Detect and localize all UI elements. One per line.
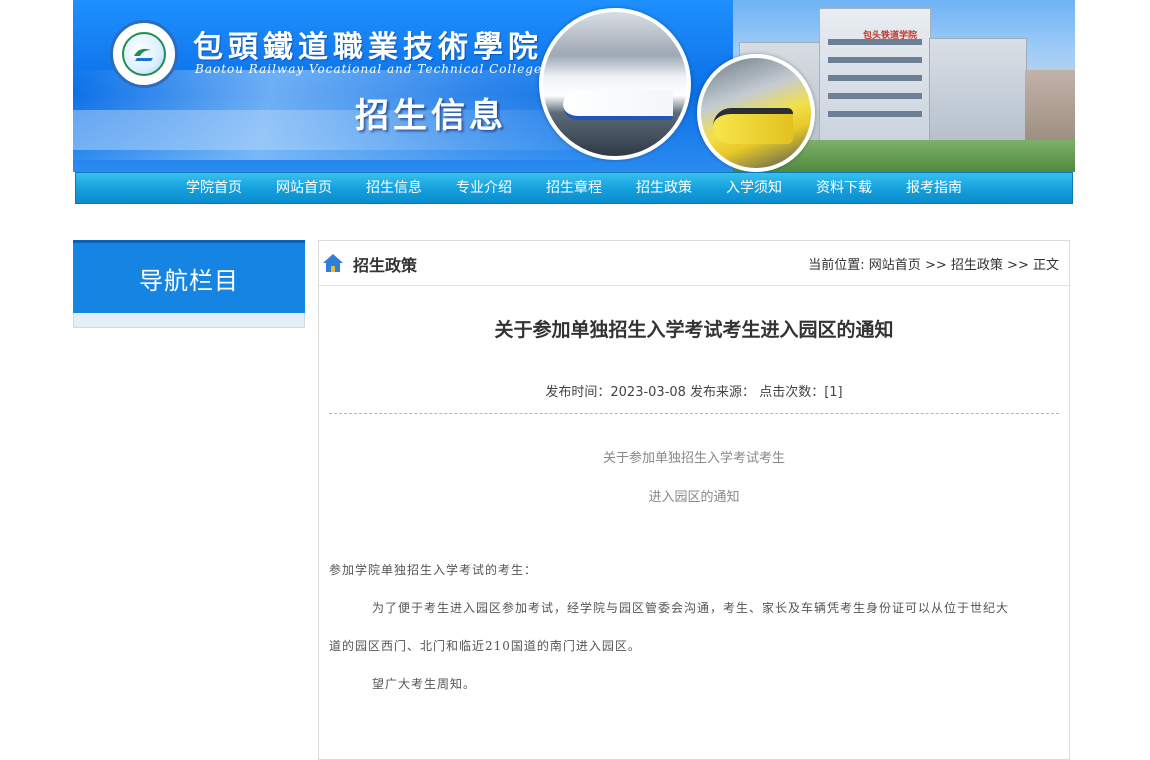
school-emblem-icon xyxy=(122,32,166,76)
nav-item-admissions-charter[interactable]: 招生章程 xyxy=(529,173,619,203)
nav-item-site-home[interactable]: 网站首页 xyxy=(259,173,349,203)
breadcrumb-prefix: 当前位置: xyxy=(808,258,865,273)
campus-sign: 包头铁道学院 xyxy=(863,31,918,41)
school-logo[interactable] xyxy=(110,20,178,88)
breadcrumb: 当前位置: 网站首页 >> 招生政策 >> 正文 xyxy=(808,254,1059,273)
school-name-en: Baotou Railway Vocational and Technical … xyxy=(195,62,543,76)
page-heading: 招生信息 xyxy=(355,96,507,136)
nav-item-application-guide[interactable]: 报考指南 xyxy=(889,173,979,203)
nav-item-enrollment-notes[interactable]: 入学须知 xyxy=(709,173,799,203)
breadcrumb-separator: >> xyxy=(1007,258,1029,273)
sidebar-footer xyxy=(73,313,305,328)
panel-header: 招生政策 当前位置: 网站首页 >> 招生政策 >> 正文 xyxy=(319,241,1069,286)
nav-item-college-home[interactable]: 学院首页 xyxy=(169,173,259,203)
sidebar-title: 导航栏目 xyxy=(73,240,305,313)
school-name-cn: 包頭鐵道職業技術學院 xyxy=(193,30,543,65)
article-closing: 望广大考生周知。 xyxy=(372,677,477,691)
nav-item-admissions-info[interactable]: 招生信息 xyxy=(349,173,439,203)
section-title: 招生政策 xyxy=(353,256,418,275)
article-panel: 招生政策 当前位置: 网站首页 >> 招生政策 >> 正文 关于参加单独招生入学… xyxy=(318,240,1070,760)
train-streak-decoration xyxy=(73,110,593,150)
nav-item-admissions-policy[interactable]: 招生政策 xyxy=(619,173,709,203)
article-paragraph-line: 为了便于考生进入园区参加考试，经学院与园区管委会沟通，考生、家长及车辆凭考生身份… xyxy=(372,601,1010,615)
article-subtitle-line2: 进入园区的通知 xyxy=(648,490,740,505)
article-paragraph-line: 道的园区西门、北门和临近210国道的南门进入园区。 xyxy=(329,639,641,653)
breadcrumb-current: 正文 xyxy=(1032,258,1059,273)
sidebar: 导航栏目 xyxy=(73,240,305,328)
header-banner: 包頭鐵道職業技術學院 Baotou Railway Vocational and… xyxy=(73,0,1075,172)
article-meta: 发布时间：2023-03-08 发布来源： 点击次数：[1] xyxy=(545,385,843,400)
breadcrumb-separator: >> xyxy=(924,258,947,273)
article-title: 关于参加单独招生入学考试考生进入园区的通知 xyxy=(494,319,894,341)
home-icon xyxy=(323,254,343,272)
divider xyxy=(329,413,1059,414)
high-speed-train-photo xyxy=(539,8,691,160)
article-salutation: 参加学院单独招生入学考试的考生： xyxy=(329,563,538,577)
nav-item-downloads[interactable]: 资料下载 xyxy=(799,173,889,203)
main-nav: 学院首页 网站首页 招生信息 专业介绍 招生章程 招生政策 入学须知 资料下载 … xyxy=(75,172,1073,204)
yellow-train-photo xyxy=(697,54,815,172)
breadcrumb-section-link[interactable]: 招生政策 xyxy=(951,258,1003,273)
article-subtitle-line1: 关于参加单独招生入学考试考生 xyxy=(602,451,785,466)
nav-item-majors[interactable]: 专业介绍 xyxy=(439,173,529,203)
breadcrumb-home-link[interactable]: 网站首页 xyxy=(869,258,921,273)
